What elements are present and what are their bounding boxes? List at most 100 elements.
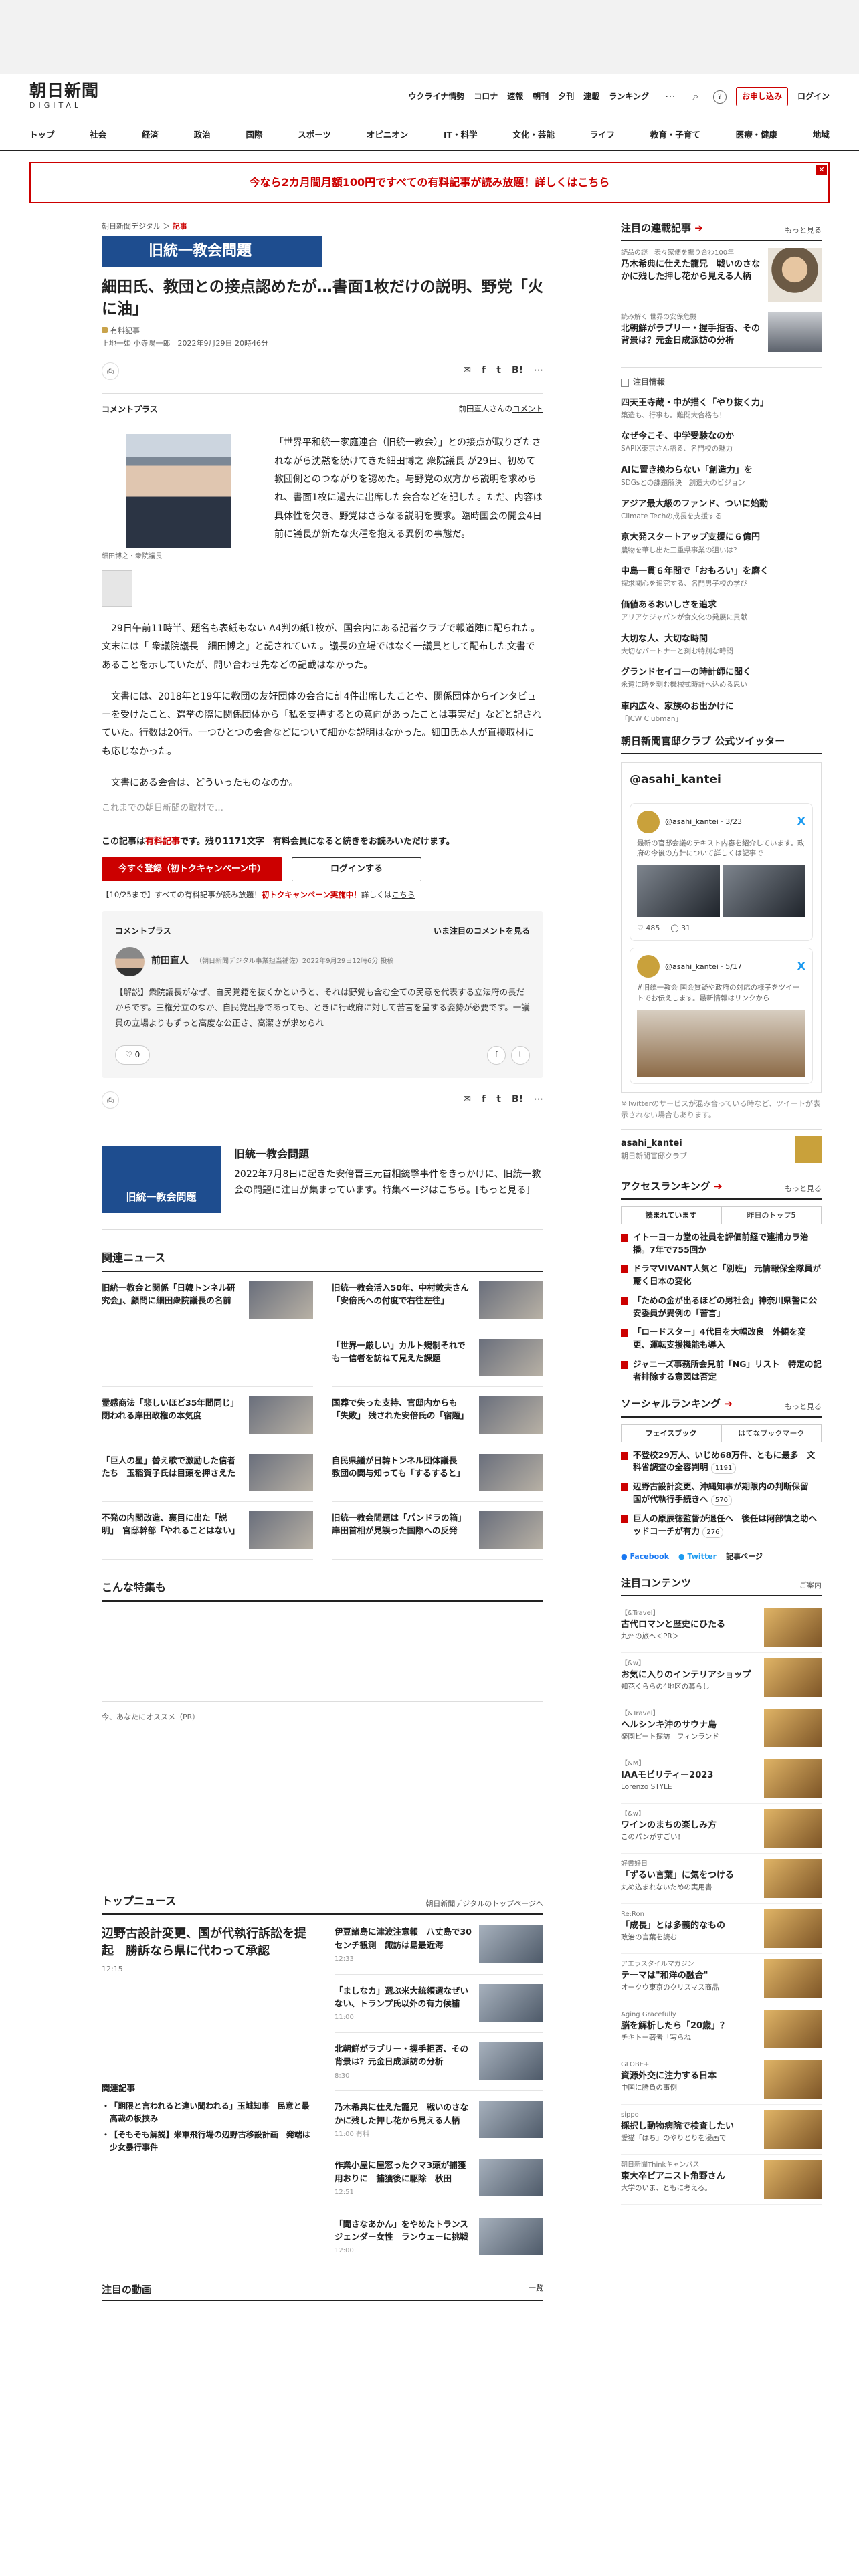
register-button[interactable]: 今すぐ登録（初トクキャンペーン中） <box>102 857 282 881</box>
list-item[interactable]: 好書好日 「ずるい言葉」に気をつける 丸め込まれないための実用書 <box>621 1854 822 1905</box>
gnav-top[interactable]: トップ <box>29 128 55 141</box>
ranking-item[interactable]: 不登校29万人、いじめ68万件、ともに最多 文科省調査の全容判明 1191 <box>621 1449 822 1475</box>
list-item[interactable]: 旧統一教会活入50年、中村敦夫さん「安倍氏への付度で右往左往」 <box>332 1272 543 1329</box>
hatena-icon[interactable]: B! <box>512 1093 523 1107</box>
nav-ukraine[interactable]: ウクライナ情勢 <box>408 90 464 103</box>
ranking-item[interactable]: 辺野古設計変更、沖縄知事が期限内の判断保留 国が代執行手続きへ 570 <box>621 1481 822 1507</box>
list-item[interactable]: 【&Travel】 古代ロマンと歴史にひたる 九州の旅へ＜PR＞ <box>621 1603 822 1654</box>
login-link[interactable]: ログイン <box>797 90 830 103</box>
nav-breaking[interactable]: 速報 <box>507 90 523 103</box>
more-icon[interactable]: ⋯ <box>662 89 678 105</box>
ranking-item[interactable]: 巨人の原辰徳監督が退任へ 後任は阿部慎之助ヘッドコーチが有力 276 <box>621 1513 822 1538</box>
login-button[interactable]: ログインする <box>292 857 421 881</box>
list-item[interactable]: GLOBE+ 資源外交に注力する日本 中国に勝負の事例 <box>621 2054 822 2105</box>
list-item[interactable]: 「巨人の星」替え歌で激励した信者たち 玉稲賀子氏は目頭を押さえた <box>102 1444 313 1502</box>
facebook-link[interactable]: ● Facebook <box>621 1551 669 1562</box>
tab-yesterday-top5[interactable]: 昨日のトップ5 <box>721 1206 822 1224</box>
list-item[interactable]: 不発の内閣改造、裏目に出た「説明」 官邸幹部「やれることはない」 <box>102 1502 313 1560</box>
list-item[interactable]: 京大発スタートアップ支援に６億円 農物を華し出た三重県事業の狙いは？ <box>621 531 822 555</box>
nav-evening[interactable]: 夕刊 <box>558 90 574 103</box>
list-item[interactable]: 伊豆諸島に津波注意報 八丈島で30センチ観測 諏訪は島最近海 12:33 <box>335 1925 543 1975</box>
list-item[interactable]: 読品の謎 表々家便を振り合わ100年 乃木希典に仕えた籠兄 戦いのさなかに残した押… <box>621 248 822 302</box>
list-item[interactable]: 価値あるおいしさを追求 アリアケジャパンが食文化の発展に貢献 <box>621 599 822 623</box>
list-item[interactable]: 国葬で失った支持、官邸内からも「失敗」 残された安倍氏の「宿題」 <box>332 1387 543 1444</box>
list-item[interactable]: 【&w】 ワインのまちの楽しみ方 このパンがすごい！ <box>621 1804 822 1854</box>
twitter-account-footer[interactable]: asahi_kantei 朝日新聞官邸クラブ <box>621 1128 822 1163</box>
list-item[interactable]: 【&M】 IAAモビリティー2023 Lorenzo STYLE <box>621 1753 822 1804</box>
gnav-culture[interactable]: 文化・芸能 <box>512 128 555 141</box>
list-item[interactable]: 【そもそも解説】米軍飛行場の辺野古移設計画 発端は少女暴行事件 <box>102 2129 316 2153</box>
topnews-more-link[interactable]: 朝日新聞デジタルのトップページへ <box>425 1898 543 1909</box>
series-image[interactable]: 旧統一教会問題 <box>102 1146 221 1213</box>
list-item[interactable]: sippo 採択し動物病院で検査したい 愛猫「はち」のやりとりを漫画で <box>621 2105 822 2155</box>
ranking-item[interactable]: ドラマVIVANT人気と「別班」 元情報保全隊員が驚く日本の変化 <box>621 1263 822 1288</box>
series-title[interactable]: 旧統一教会問題 <box>234 1146 543 1163</box>
help-icon[interactable]: ? <box>712 90 727 104</box>
heart-icon[interactable]: ♡ 485 <box>637 922 660 934</box>
campaign-banner[interactable]: 今なら2カ月間月額100円ですべての有料記事が読み放題！詳しくはこちら ✕ <box>29 162 830 203</box>
article-page-link[interactable]: 記事ページ <box>726 1551 763 1562</box>
list-item[interactable]: 車内広々、家族のお出かけに 「JCW Clubman」 <box>621 700 822 724</box>
gnav-sports[interactable]: スポーツ <box>298 128 331 141</box>
list-item[interactable]: AIに置き換わらない「創造力」を SDGsとの課題解決 創造大のビジョン <box>621 464 822 488</box>
gnav-society[interactable]: 社会 <box>90 128 106 141</box>
close-icon[interactable]: ✕ <box>816 165 827 175</box>
facebook-share-icon[interactable]: f <box>487 1045 506 1065</box>
facebook-icon[interactable]: f <box>482 364 486 379</box>
see-comments-link[interactable]: いま注目のコメントを見る <box>434 925 530 938</box>
document-thumbnail[interactable] <box>102 570 132 607</box>
gnav-opinion[interactable]: オピニオン <box>367 128 409 141</box>
twitter-share-icon[interactable]: t <box>511 1045 530 1065</box>
reply-icon[interactable]: ◯ 31 <box>670 922 690 934</box>
list-item[interactable]: 旧統一教会問題は「パンドラの箱」 岸田首相が見誤った国際への反発 <box>332 1502 543 1560</box>
list-item[interactable]: 作業小屋に屋窓ったクマ3頭が捕獲用おりに 捕獲後に駆除 秋田 12:51 <box>335 2159 543 2208</box>
nav-serial[interactable]: 連載 <box>583 90 599 103</box>
gnav-international[interactable]: 国際 <box>246 128 263 141</box>
twitter-link[interactable]: ● Twitter <box>678 1551 717 1562</box>
list-item[interactable]: 【&Travel】 ヘルシンキ沖のサウナ島 楽園ピート探訪 フィンランド <box>621 1703 822 1754</box>
nav-morning[interactable]: 朝刊 <box>533 90 549 103</box>
avatar[interactable] <box>115 946 145 976</box>
list-item[interactable]: 四天王寺蔵・中が描く「やり抜く力」 築造も、行事も。難間大合格も！ <box>621 397 822 421</box>
like-button[interactable]: ♡ 0 <box>115 1045 151 1065</box>
gnav-health[interactable]: 医療・健康 <box>736 128 778 141</box>
list-item[interactable]: 「聞さなあかん」をやめたトランスジェンダー女性 ランウェーに挑戦 12:00 <box>335 2217 543 2266</box>
nav-ranking[interactable]: ランキング <box>609 90 649 103</box>
ranking-item[interactable]: 「ロードスター」4代目を大幅改良 外観を変更、運転支援機能も導入 <box>621 1326 822 1352</box>
nav-corona[interactable]: コロナ <box>474 90 498 103</box>
topnews-main[interactable]: 辺野古設計変更、国が代執行訴訟を提起 勝訴なら県に代わって承認 <box>102 1925 316 1960</box>
gnav-it[interactable]: IT・科学 <box>444 128 478 141</box>
list-item[interactable]: 自民県議が日韓トンネル団体議長 教団の関与知っても「するすると」 <box>332 1444 543 1502</box>
asahi-logo[interactable]: 朝日新聞 DIGITAL <box>29 82 116 111</box>
list-item[interactable]: Re:Ron 「成長」とは多義的なもの 政治の言葉を読む <box>621 1904 822 1955</box>
list-item[interactable]: 霊感商法「悲しいほど35年間同じ」 閉われる岸田政権の本気度 <box>102 1387 313 1444</box>
subscribe-button[interactable]: お申し込み <box>735 87 788 106</box>
twitter-account[interactable]: @asahi_kantei <box>630 771 813 796</box>
list-item[interactable]: なぜ今こそ、中学受験なのか SAPIX東京さん語る、名門校の魅力 <box>621 430 822 454</box>
list-item[interactable]: アエラスタイルマガジン テーマは"和洋の融合" オークウ東京のクリスマス商品 <box>621 1954 822 2005</box>
series-box[interactable]: 旧統一教会問題 旧統一教会問題 2022年7月8日に起きた安倍晋三元首相銃撃事件… <box>102 1146 543 1230</box>
gnav-politics[interactable]: 政治 <box>194 128 211 141</box>
list-item[interactable]: 中島一貫６年間で「おもろい」を磨く 探求関心を追究する、名門男子校の学び <box>621 565 822 589</box>
mail-icon[interactable]: ✉ <box>463 364 471 379</box>
mail-icon[interactable]: ✉ <box>463 1093 471 1107</box>
videos-more-link[interactable]: 一覧 <box>529 2282 543 2298</box>
list-item[interactable]: 「期限と言われると違い聞われる」玉城知事 民意と最高裁の板挟み <box>102 2100 316 2125</box>
list-item[interactable]: 北朝鮮がラブリー・握手拒否、その背景は？元金日成派訪の分析 8:30 <box>335 2042 543 2092</box>
tab-most-read[interactable]: 読まれています <box>621 1206 721 1224</box>
gnav-life[interactable]: ライフ <box>590 128 615 141</box>
list-item[interactable]: 「世界一厳しい」カルト規制それでも一信者を訪ねて見えた課題 <box>332 1329 543 1387</box>
list-item[interactable]: Aging Gracefully 脳を解析したら「20歳」？ チキトー著者「写らね <box>621 2004 822 2055</box>
list-item[interactable]: 朝日新聞Thinkキャンパス 東大卒ピアニスト角野さん 大学のいま、ともに考える。 <box>621 2155 822 2206</box>
share-more-icon[interactable]: ⋯ <box>534 1093 543 1107</box>
series-banner[interactable]: 旧統一教会問題 <box>102 236 322 267</box>
list-item[interactable]: 【&w】 お気に入りのインテリアショップ 知花くららの4地区の暮らし <box>621 1653 822 1704</box>
tab-hatena[interactable]: はてなブックマーク <box>721 1424 822 1442</box>
facebook-icon[interactable]: f <box>482 1093 486 1107</box>
search-icon[interactable]: ⌕ <box>688 89 704 105</box>
gnav-education[interactable]: 教育・子育て <box>650 128 700 141</box>
share-more-icon[interactable]: ⋯ <box>534 364 543 379</box>
ranking-item[interactable]: 「ための金が出るほどの男社会」神奈川県警に公安委員が異例の「苦言」 <box>621 1295 822 1320</box>
gnav-region[interactable]: 地域 <box>813 128 830 141</box>
list-item[interactable]: アジア最大級のファンド、ついに始動 Climate Techの成長を支援する <box>621 498 822 522</box>
